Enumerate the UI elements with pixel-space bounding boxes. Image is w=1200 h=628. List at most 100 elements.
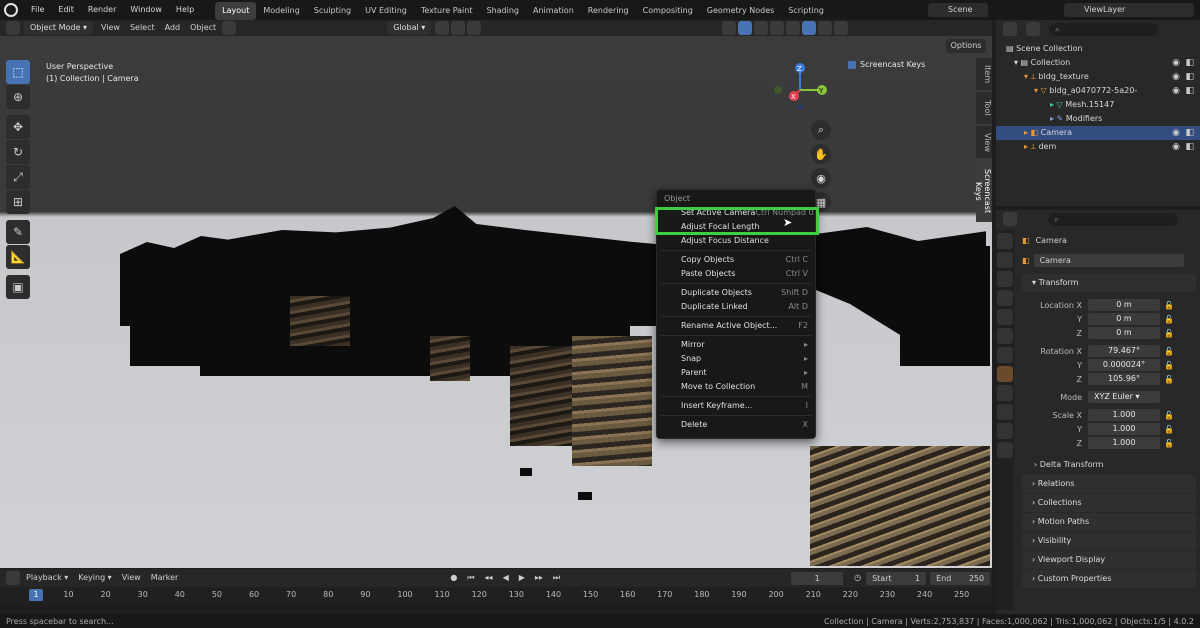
jump-end-icon[interactable]: ⏭ xyxy=(548,570,565,586)
tab-tool[interactable]: Tool xyxy=(976,92,992,124)
keying-menu[interactable]: Keying ▾ xyxy=(73,570,116,586)
play-reverse-icon[interactable]: ◀ xyxy=(498,570,514,586)
xray-icon[interactable] xyxy=(770,21,785,35)
lock-icon[interactable]: 🔓 xyxy=(1164,361,1174,370)
add-cube-tool-icon[interactable]: ▣ xyxy=(6,275,30,299)
physics-tab-icon[interactable] xyxy=(997,385,1013,401)
record-icon[interactable]: ● xyxy=(445,570,462,586)
tab-texture-paint[interactable]: Texture Paint xyxy=(414,2,480,20)
transform-panel-header[interactable]: ▾ Transform xyxy=(1022,274,1196,292)
frame-start-field[interactable]: Start 1 xyxy=(866,571,927,585)
motion-paths-panel-header[interactable]: › Motion Paths xyxy=(1022,513,1196,531)
pan-hand-icon[interactable]: ✋ xyxy=(811,144,831,164)
outliner-row-scene-collection[interactable]: ▤ Scene Collection xyxy=(996,42,1200,56)
add-menu[interactable]: Add xyxy=(160,20,186,36)
menu-item-paste-objects[interactable]: Paste Objects Ctrl V xyxy=(657,267,815,281)
menu-item-move-to-collection[interactable]: Move to Collection M xyxy=(657,380,815,394)
collection-tab-icon[interactable] xyxy=(997,347,1013,363)
eye-icon[interactable]: ◉ xyxy=(1172,70,1180,84)
scale-tool-icon[interactable]: ⤢ xyxy=(6,165,30,189)
viewport-display-panel-header[interactable]: › Viewport Display xyxy=(1022,551,1196,569)
view-layer-tab-icon[interactable] xyxy=(997,290,1013,306)
frame-end-field[interactable]: End 250 xyxy=(930,571,991,585)
rotation-mode-dropdown[interactable]: XYZ Euler ▾ xyxy=(1088,391,1160,403)
object-menu[interactable]: Object xyxy=(185,20,221,36)
menu-item-delete[interactable]: Delete X xyxy=(657,418,815,432)
outliner-editor-icon[interactable] xyxy=(1003,22,1017,36)
measure-tool-icon[interactable]: 📐 xyxy=(6,245,30,269)
lock-icon[interactable]: 🔓 xyxy=(1164,439,1174,448)
select-menu[interactable]: Select xyxy=(125,20,160,36)
proportional-edit-icon[interactable] xyxy=(467,21,482,35)
collections-panel-header[interactable]: › Collections xyxy=(1022,494,1196,512)
eye-icon[interactable]: ◉ xyxy=(1172,84,1180,98)
transform-orientation-dropdown[interactable]: Global ▾ xyxy=(387,21,432,35)
blender-logo-icon[interactable] xyxy=(4,3,18,17)
outliner-row-collection[interactable]: ▾ ▤ Collection ◉ ◧ xyxy=(996,56,1200,70)
visibility-icon[interactable] xyxy=(722,21,737,35)
outliner-filter-icon[interactable] xyxy=(1026,22,1040,36)
checkbox-checked-icon[interactable] xyxy=(848,60,856,69)
menu-item-insert-keyframe[interactable]: Insert Keyframe... I xyxy=(657,399,815,413)
lock-icon[interactable]: 🔓 xyxy=(1164,315,1174,324)
transform-tool-icon[interactable]: ⊞ xyxy=(6,190,30,214)
menu-item-duplicate-objects[interactable]: Duplicate Objects Shift D xyxy=(657,286,815,300)
location-y-field[interactable]: 0 m xyxy=(1088,313,1160,325)
properties-search-input[interactable]: ⌕ xyxy=(1048,212,1178,226)
relations-panel-header[interactable]: › Relations xyxy=(1022,475,1196,493)
visibility-panel-header[interactable]: › Visibility xyxy=(1022,532,1196,550)
menu-item-copy-objects[interactable]: Copy Objects Ctrl C xyxy=(657,253,815,267)
lock-icon[interactable]: 🔓 xyxy=(1164,301,1174,310)
playhead[interactable]: 1 xyxy=(29,589,43,601)
outliner-row-camera[interactable]: ▸ ◧ Camera ◉ ◧ xyxy=(996,126,1200,140)
jump-start-icon[interactable]: ⏮ xyxy=(462,570,479,586)
scale-x-field[interactable]: 1.000 xyxy=(1088,409,1160,421)
tab-screencast-keys[interactable]: Screencast Keys xyxy=(974,160,992,222)
3d-viewport[interactable] xyxy=(0,36,992,568)
properties-editor-icon[interactable] xyxy=(1003,212,1017,226)
delta-transform-subpanel[interactable]: › Delta Transform xyxy=(1018,456,1200,474)
tab-scripting[interactable]: Scripting xyxy=(781,2,831,20)
custom-properties-panel-header[interactable]: › Custom Properties xyxy=(1022,570,1196,588)
zoom-icon[interactable]: ⌕ xyxy=(811,120,831,140)
prev-keyframe-icon[interactable]: ◂◂ xyxy=(480,570,498,586)
outliner-row-modifiers[interactable]: ▸ ✎ Modifiers xyxy=(996,112,1200,126)
scale-y-field[interactable]: 1.000 xyxy=(1088,423,1160,435)
view-layer-selector[interactable]: ViewLayer xyxy=(1064,3,1194,17)
eye-icon[interactable]: ◉ xyxy=(1172,126,1180,140)
timeline-view-menu[interactable]: View xyxy=(117,570,146,586)
menu-render[interactable]: Render xyxy=(81,0,123,20)
menu-item-mirror[interactable]: Mirror ▸ xyxy=(657,338,815,352)
tool-tab-icon[interactable] xyxy=(997,233,1013,249)
pivot-icon[interactable] xyxy=(435,21,450,35)
rotation-y-field[interactable]: 0.000024° xyxy=(1088,359,1160,371)
render-camera-icon[interactable]: ◧ xyxy=(1185,126,1194,140)
render-tab-icon[interactable] xyxy=(997,252,1013,268)
menu-window[interactable]: Window xyxy=(123,0,169,20)
shading-wire-icon[interactable] xyxy=(786,21,801,35)
lock-icon[interactable]: 🔓 xyxy=(1164,375,1174,384)
menu-file[interactable]: File xyxy=(24,0,51,20)
camera-view-icon[interactable]: ◉ xyxy=(811,168,831,188)
editor-type-icon[interactable] xyxy=(6,21,20,35)
annotate-tool-icon[interactable]: ✎ xyxy=(6,220,30,244)
tab-shading[interactable]: Shading xyxy=(479,2,526,20)
outliner-row-bldg-texture[interactable]: ▾ ⟂ bldg_texture ◉ ◧ xyxy=(996,70,1200,84)
shading-solid-icon[interactable] xyxy=(802,21,817,35)
outliner-row-bldg-mesh[interactable]: ▾ ▽ bldg_a0470772-5a20- ◉ ◧ xyxy=(996,84,1200,98)
scene-selector[interactable]: Scene xyxy=(928,3,988,17)
playback-menu[interactable]: Playback ▾ xyxy=(21,570,73,586)
world-tab-icon[interactable] xyxy=(997,328,1013,344)
menu-item-rename-active-object[interactable]: Rename Active Object... F2 xyxy=(657,319,815,333)
snap-icon[interactable] xyxy=(451,21,466,35)
axis-gizmo[interactable]: Z Y X xyxy=(770,60,830,110)
tab-modeling[interactable]: Modeling xyxy=(256,2,306,20)
data-tab-icon[interactable] xyxy=(997,423,1013,439)
tab-compositing[interactable]: Compositing xyxy=(636,2,700,20)
object-name-field[interactable]: Camera xyxy=(1033,253,1184,267)
outliner-search-input[interactable]: ⌕ xyxy=(1049,22,1159,36)
object-tab-icon[interactable] xyxy=(997,366,1013,382)
current-frame-field[interactable]: 1 xyxy=(791,571,844,585)
lock-icon[interactable]: 🔓 xyxy=(1164,425,1174,434)
tab-view[interactable]: View xyxy=(976,126,992,158)
